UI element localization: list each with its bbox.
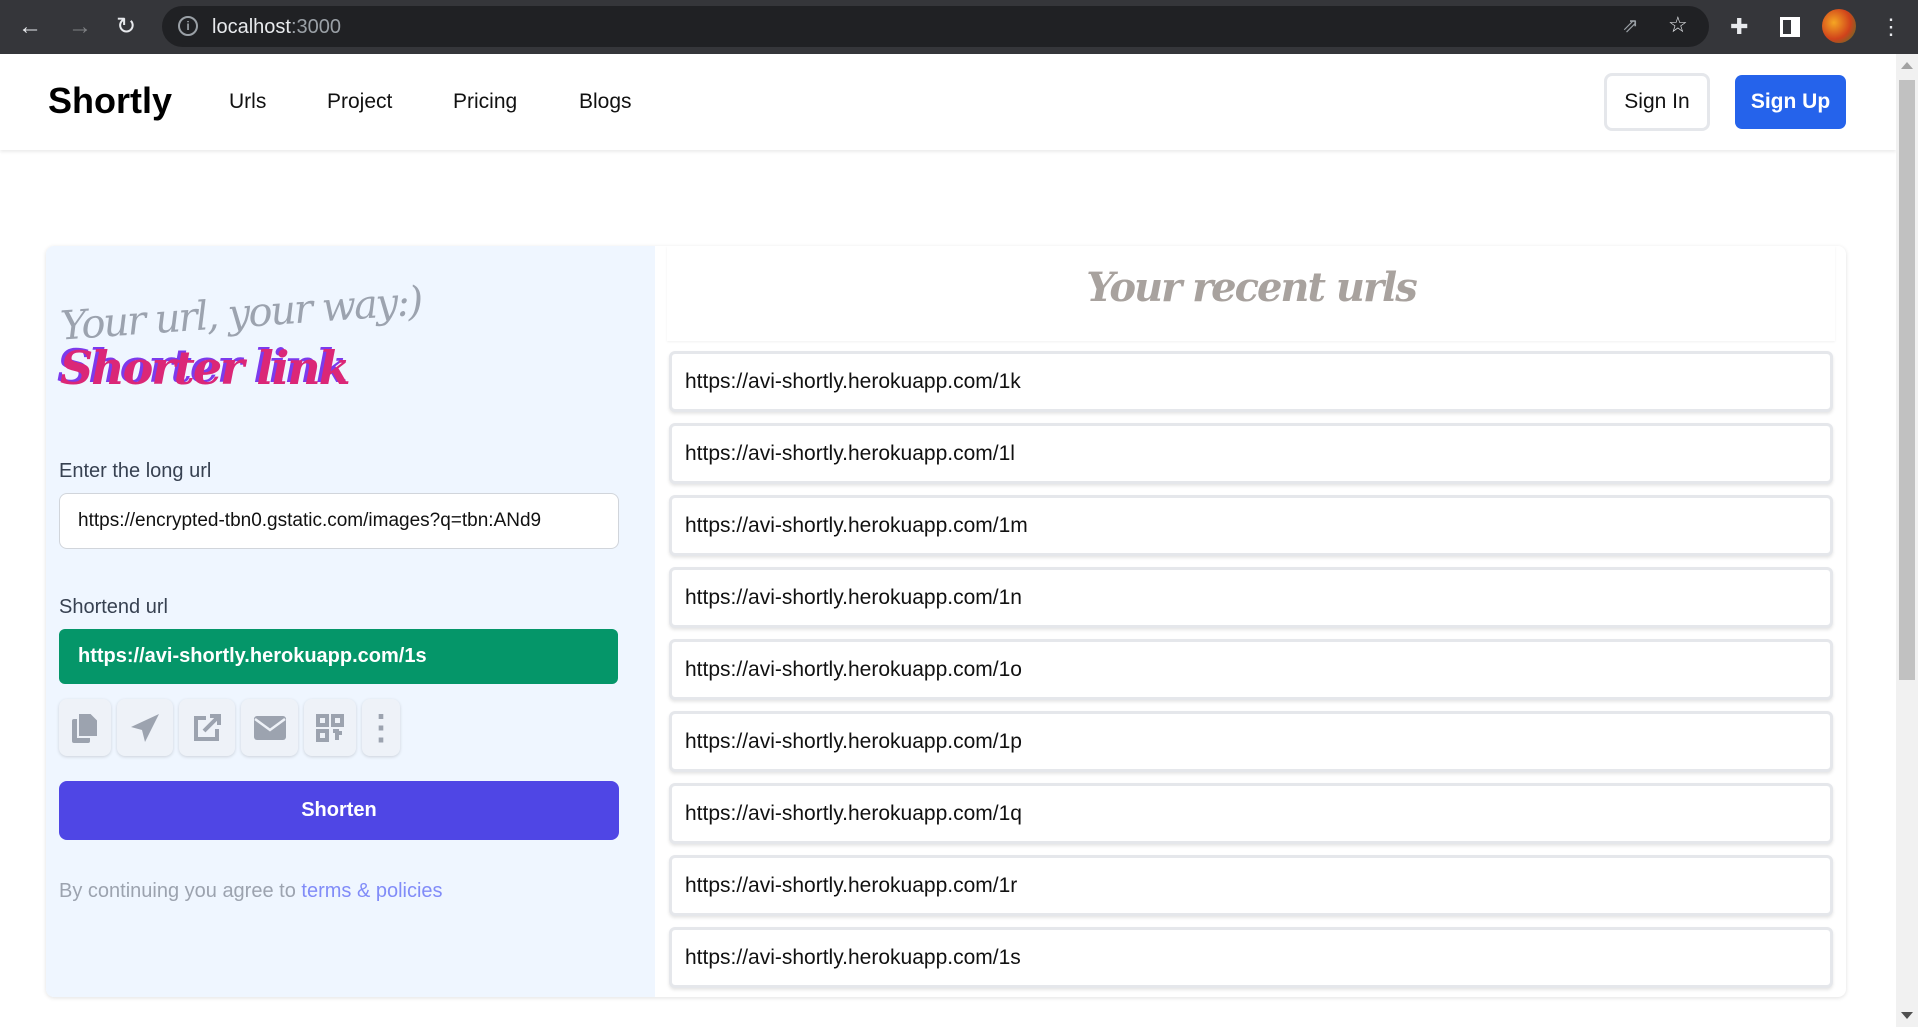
browser-toolbar: ← → ↻ i localhost:3000 ⇗ ☆ ✚ ⋮ [0, 0, 1918, 54]
long-url-input[interactable]: https://encrypted-tbn0.gstatic.com/image… [59, 493, 619, 549]
terms-text: By continuing you agree to terms & polic… [59, 880, 443, 903]
copy-button[interactable] [59, 699, 111, 756]
copy-icon [72, 712, 98, 743]
shorten-button[interactable]: Shorten [59, 781, 619, 840]
scrollbar-thumb[interactable] [1899, 80, 1915, 680]
main-card: Your url, your way:) Shorter link Enter … [46, 246, 1846, 997]
email-button[interactable] [241, 699, 298, 756]
sign-up-button[interactable]: Sign Up [1735, 75, 1846, 129]
recent-url-item[interactable]: https://avi-shortly.herokuapp.com/1n [669, 567, 1833, 628]
send-icon [131, 713, 159, 742]
qr-code-button[interactable] [304, 699, 356, 756]
info-icon[interactable]: i [178, 16, 198, 36]
recent-url-item[interactable]: https://avi-shortly.herokuapp.com/1l [669, 423, 1833, 484]
recent-url-item[interactable]: https://avi-shortly.herokuapp.com/1q [669, 783, 1833, 844]
mail-icon [253, 715, 286, 740]
back-icon[interactable]: ← [18, 12, 42, 42]
send-button[interactable] [117, 699, 173, 756]
long-url-label: Enter the long url [59, 460, 212, 482]
open-external-button[interactable] [179, 699, 235, 756]
qr-code-icon [316, 713, 344, 742]
nav-link-blogs[interactable]: Blogs [579, 90, 632, 114]
forward-icon[interactable]: → [68, 12, 92, 42]
address-bar[interactable]: i localhost:3000 ⇗ ☆ [162, 6, 1709, 47]
more-options-button[interactable]: ⋮ [362, 699, 400, 756]
terms-link[interactable]: terms & policies [301, 880, 442, 902]
open-external-icon [194, 713, 221, 741]
more-vertical-icon: ⋮ [364, 708, 398, 747]
url-port: :3000 [290, 16, 341, 38]
nav-link-pricing[interactable]: Pricing [453, 90, 517, 114]
reload-icon[interactable]: ↻ [116, 12, 136, 42]
recent-url-item[interactable]: https://avi-shortly.herokuapp.com/1s [669, 927, 1833, 988]
recent-url-item[interactable]: https://avi-shortly.herokuapp.com/1o [669, 639, 1833, 700]
recent-url-item[interactable]: https://avi-shortly.herokuapp.com/1r [669, 855, 1833, 916]
sign-in-button[interactable]: Sign In [1604, 73, 1710, 131]
nav-link-project[interactable]: Project [327, 90, 392, 114]
scrollbar[interactable] [1896, 54, 1918, 1027]
scroll-up-arrow[interactable] [1901, 62, 1913, 69]
share-icon[interactable]: ⇗ [1622, 11, 1639, 41]
recent-url-item[interactable]: https://avi-shortly.herokuapp.com/1p [669, 711, 1833, 772]
bookmark-star-icon[interactable]: ☆ [1668, 10, 1688, 40]
terms-prefix: By continuing you agree to [59, 880, 302, 902]
tagline: Your url, your way:) [58, 278, 423, 350]
recent-url-item[interactable]: https://avi-shortly.herokuapp.com/1m [669, 495, 1833, 556]
recent-urls-title: Your recent urls [1086, 264, 1418, 311]
headline: Shorter link [60, 341, 351, 395]
url-host: localhost [212, 16, 291, 38]
profile-avatar[interactable] [1822, 9, 1856, 43]
side-panel-icon[interactable] [1780, 17, 1800, 37]
recent-url-item[interactable]: https://avi-shortly.herokuapp.com/1k [669, 351, 1833, 412]
recent-urls-header: Your recent urls [667, 246, 1835, 341]
short-url-output[interactable]: https://avi-shortly.herokuapp.com/1s [59, 629, 618, 684]
logo[interactable]: Shortly [48, 80, 172, 122]
navbar: Shortly Urls Project Pricing Blogs Sign … [0, 54, 1896, 150]
nav-link-urls[interactable]: Urls [229, 90, 266, 114]
short-url-label: Shortend url [59, 596, 168, 618]
menu-icon[interactable]: ⋮ [1880, 12, 1902, 42]
scroll-down-arrow[interactable] [1901, 1012, 1913, 1019]
shorten-panel: Your url, your way:) Shorter link Enter … [46, 246, 655, 997]
extensions-icon[interactable]: ✚ [1730, 12, 1748, 42]
